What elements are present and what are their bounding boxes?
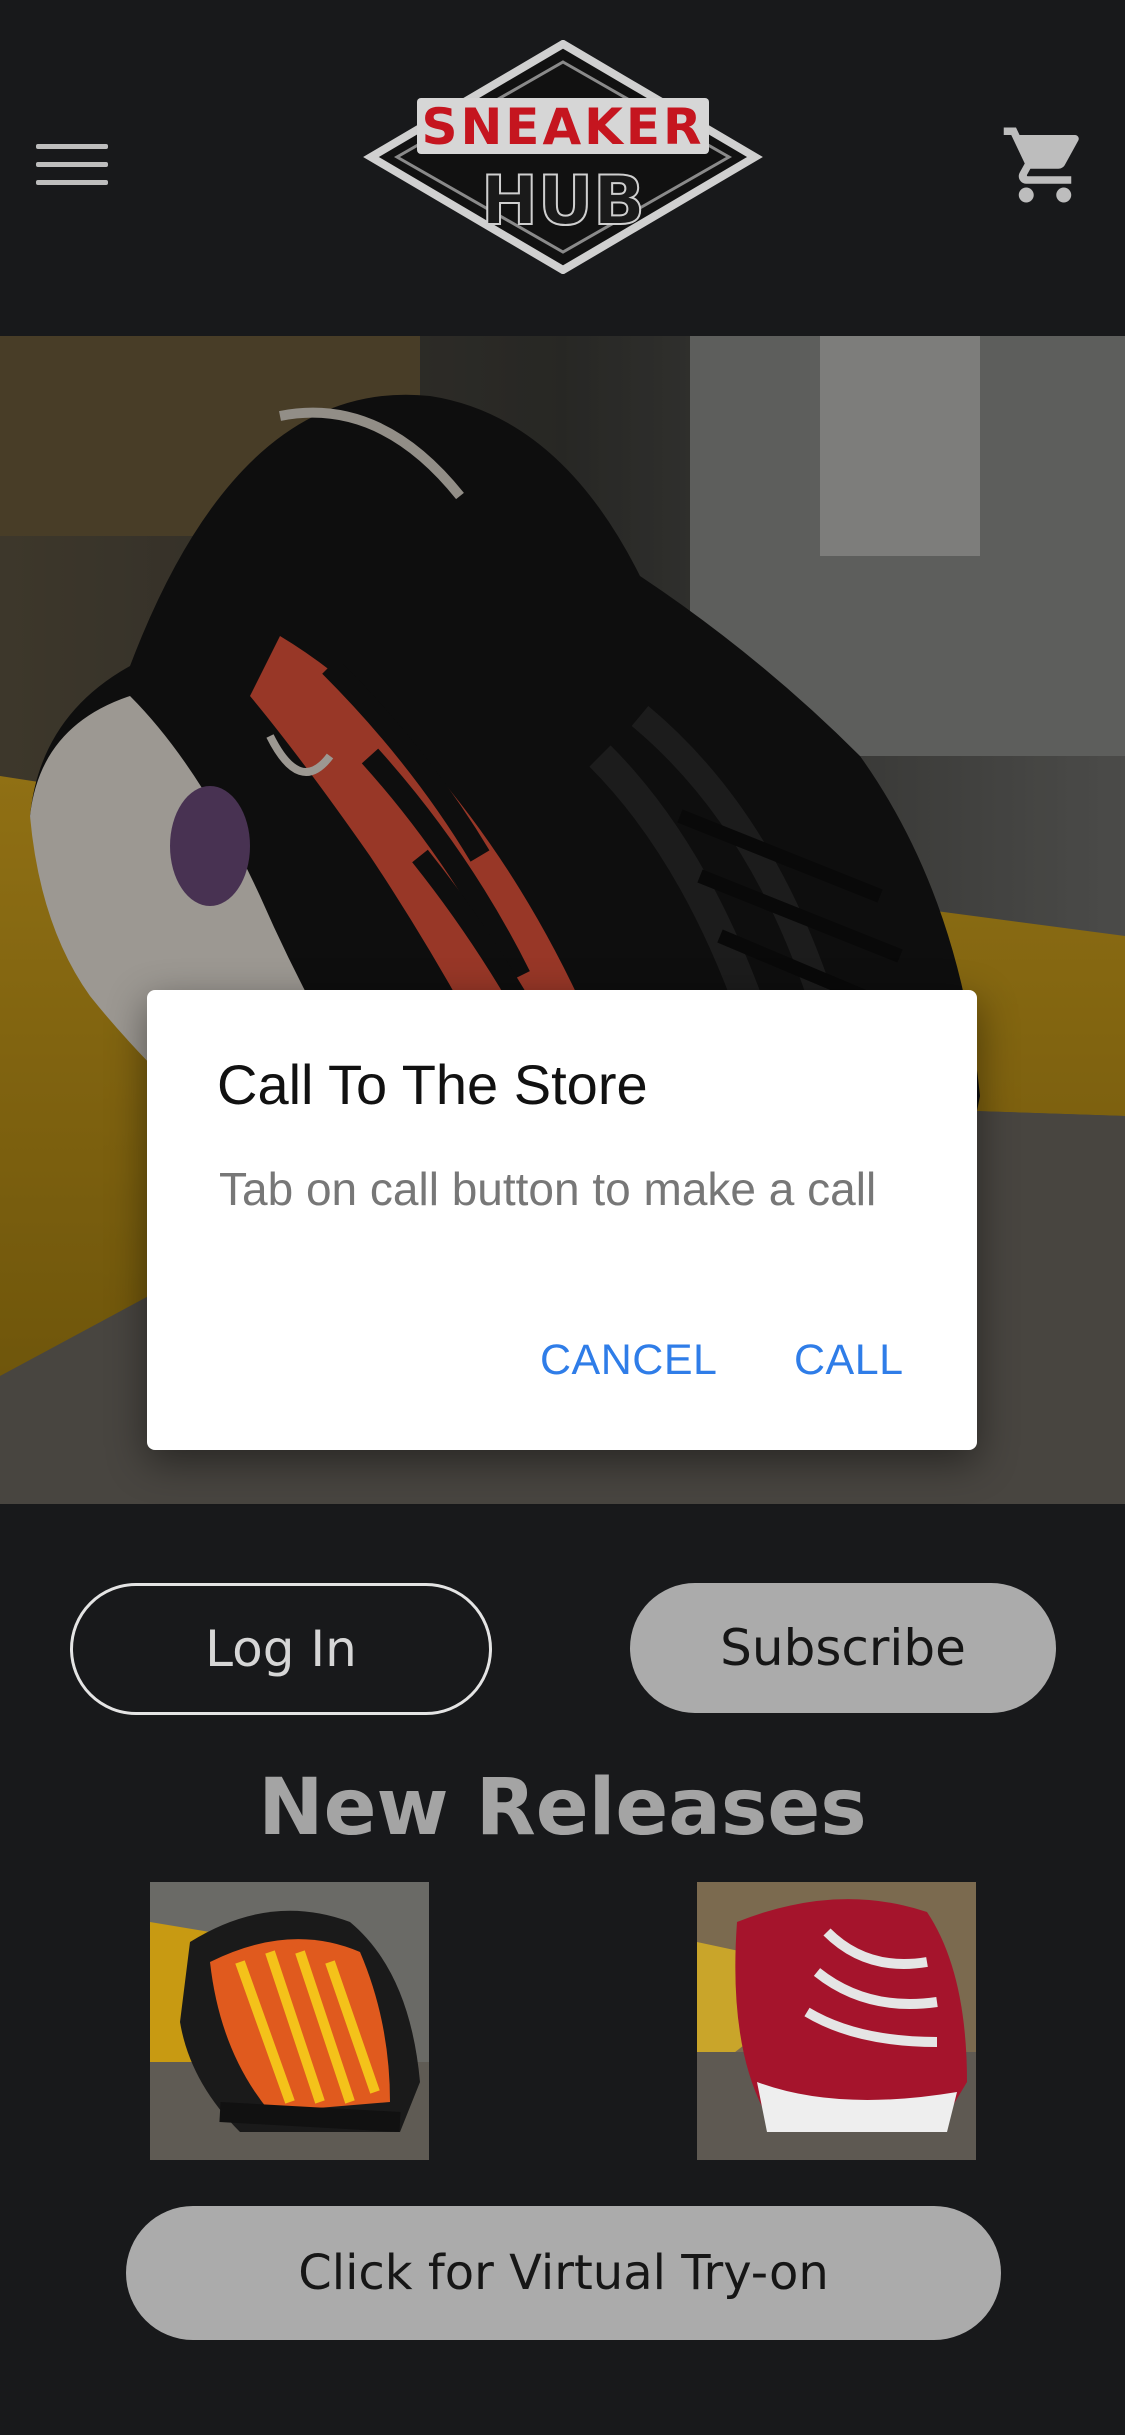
logo-top-text: SNEAKER	[421, 98, 704, 156]
login-button[interactable]: Log In	[70, 1583, 492, 1715]
cart-icon[interactable]	[1000, 120, 1090, 210]
dialog-message: Tab on call button to make a call	[219, 1163, 877, 1215]
cancel-button[interactable]: CANCEL	[540, 1336, 717, 1385]
menu-icon[interactable]	[36, 140, 110, 192]
call-store-dialog: Call To The Store Tab on call button to …	[147, 990, 977, 1450]
dialog-title: Call To The Store	[217, 1053, 648, 1116]
subscribe-button[interactable]: Subscribe	[630, 1583, 1056, 1713]
new-releases-title: New Releases	[258, 1763, 867, 1853]
virtual-tryon-button[interactable]: Click for Virtual Try-on	[126, 2206, 1001, 2340]
new-release-product-2[interactable]	[697, 1882, 976, 2160]
sneaker-hub-logo: SNEAKER HUB	[363, 40, 763, 274]
logo-bottom-text: HUB	[481, 162, 645, 241]
call-button[interactable]: CALL	[794, 1336, 904, 1385]
new-release-product-1[interactable]	[150, 1882, 429, 2160]
app-screen: SNEAKER HUB Call To The Store Tab on cal…	[0, 0, 1125, 2435]
app-header: SNEAKER HUB	[0, 0, 1125, 336]
